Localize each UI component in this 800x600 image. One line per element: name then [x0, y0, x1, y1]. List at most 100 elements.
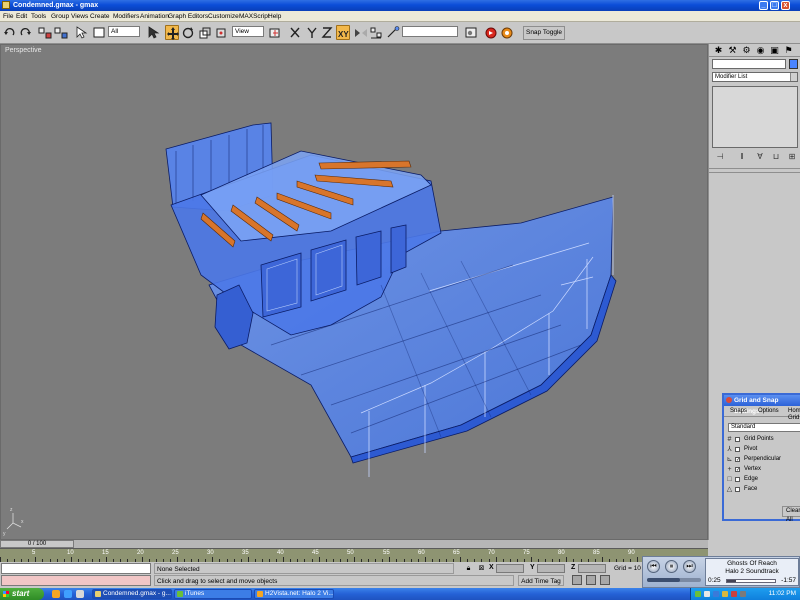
snap-preset-dropdown[interactable]: Standard	[728, 423, 800, 432]
select-object-icon[interactable]	[74, 25, 88, 40]
task-gmax[interactable]: Condemned.gmax - g...	[92, 589, 172, 599]
clear-all-button[interactable]: Clear All	[782, 506, 800, 523]
title-bar[interactable]: Condemned.gmax - gmax _ □ x	[0, 0, 800, 11]
named-selection-set-dropdown[interactable]	[402, 26, 458, 37]
quick-render-icon[interactable]	[500, 25, 514, 40]
ie-quicklaunch-icon[interactable]	[64, 590, 72, 598]
menu-views[interactable]: Views	[71, 13, 88, 20]
y-coord-field[interactable]	[537, 564, 565, 573]
pivot-checkbox[interactable]	[735, 447, 740, 452]
align-icon[interactable]	[369, 25, 383, 40]
utilities-icon[interactable]: ⚑	[783, 45, 794, 55]
motion-icon[interactable]: ◉	[755, 45, 766, 55]
pause-icon[interactable]: ⏸︎	[665, 560, 678, 573]
modifier-stack[interactable]	[712, 86, 798, 148]
mesh-object[interactable]	[165, 122, 617, 477]
select-and-move-icon[interactable]	[165, 25, 179, 40]
make-unique-icon[interactable]: ∀	[754, 152, 766, 162]
redo-icon[interactable]	[18, 25, 32, 40]
display-icon[interactable]: ▣	[769, 45, 780, 55]
tray-icon[interactable]	[695, 591, 701, 597]
snap-toggle-button[interactable]: Snap Toggle	[523, 26, 565, 40]
menu-tools[interactable]: Tools	[31, 13, 46, 20]
x-coord-field[interactable]	[496, 564, 524, 573]
start-button[interactable]: start	[0, 588, 44, 600]
set-key-icon[interactable]	[600, 575, 610, 585]
show-end-result-icon[interactable]: ‖	[736, 152, 748, 162]
menu-edit[interactable]: Edit	[16, 13, 27, 20]
minimize-button[interactable]: _	[759, 1, 768, 10]
show-desktop-icon[interactable]	[76, 590, 84, 598]
snap-vertex[interactable]: + ✓ Vertex	[726, 465, 800, 474]
object-name-field[interactable]	[712, 59, 786, 69]
restrict-plane-icon[interactable]: XY	[336, 25, 350, 40]
key-filters-icon[interactable]	[586, 575, 596, 585]
reference-coordinate-dropdown[interactable]: View	[232, 26, 264, 37]
track-bar[interactable]: 5 10 15 20 25 30 35 40 45 50 55 60 65 70 75 80 85 90	[0, 548, 709, 562]
lock-icon[interactable]: 🔒︎	[464, 564, 473, 573]
transform-type-in-icon[interactable]: ⊠	[477, 564, 486, 573]
close-button[interactable]: x	[781, 1, 790, 10]
tab-options[interactable]: Options	[758, 408, 779, 415]
pin-stack-icon[interactable]: ⊣	[714, 152, 726, 162]
maximize-button[interactable]: □	[770, 1, 779, 10]
previous-track-icon[interactable]: ⏮︎	[647, 560, 660, 573]
hierarchy-icon[interactable]: ⚙	[741, 45, 752, 55]
dialog-title[interactable]: Grid and Snap Settings	[724, 395, 800, 415]
menu-modifiers[interactable]: Modifiers	[113, 13, 139, 20]
create-icon[interactable]: ✱	[713, 45, 724, 55]
select-and-link-icon[interactable]	[38, 25, 52, 40]
key-mode-icon[interactable]	[572, 575, 582, 585]
edge-checkbox[interactable]	[735, 477, 740, 482]
select-and-rotate-icon[interactable]	[181, 25, 195, 40]
snap-pivot[interactable]: ⅄ Pivot	[726, 445, 800, 454]
menu-graph-editors[interactable]: Graph Editors	[168, 13, 208, 20]
material-editor-icon[interactable]	[464, 25, 478, 40]
modify-icon[interactable]: ⚒	[727, 45, 738, 55]
time-slider-thumb[interactable]: 0 / 100	[0, 540, 74, 548]
menu-animation[interactable]: Animation	[140, 13, 169, 20]
pivot-center-icon[interactable]	[268, 25, 282, 40]
select-and-scale-icon[interactable]	[198, 25, 212, 40]
snap-grid-points[interactable]: # Grid Points	[726, 435, 800, 444]
restrict-z-icon[interactable]	[320, 25, 334, 40]
tray-icon[interactable]	[722, 591, 728, 597]
remove-modifier-icon[interactable]: ⊔	[770, 152, 782, 162]
vertex-checkbox[interactable]: ✓	[735, 467, 740, 473]
task-browser[interactable]: H2Vista.net: Halo 2 Vi...	[254, 589, 334, 599]
face-checkbox[interactable]	[735, 487, 740, 492]
tray-icon[interactable]	[704, 591, 710, 597]
grid-points-checkbox[interactable]	[735, 437, 740, 442]
undo-icon[interactable]	[3, 25, 17, 40]
menu-group[interactable]: Group	[51, 13, 69, 20]
menu-file[interactable]: File	[3, 13, 13, 20]
snap-perpendicular[interactable]: ⊾ ✓ Perpendicular	[726, 455, 800, 464]
restrict-xy-icon[interactable]	[288, 25, 302, 40]
maxscript-listener-output[interactable]	[1, 575, 151, 586]
track-progress[interactable]	[726, 579, 776, 583]
add-time-tag-button[interactable]: Add Time Tag	[518, 575, 564, 586]
time-slider[interactable]: 0 / 100	[0, 540, 708, 548]
menu-maxscript[interactable]: MAXScript	[239, 13, 270, 20]
mirror-icon[interactable]	[354, 25, 368, 40]
restrict-y-icon[interactable]	[305, 25, 319, 40]
menu-help[interactable]: Help	[268, 13, 281, 20]
tab-home-grid[interactable]: Home Grid	[788, 408, 800, 422]
unlink-selection-icon[interactable]	[54, 25, 68, 40]
task-itunes[interactable]: iTunes	[174, 589, 252, 599]
select-by-name-icon[interactable]	[146, 25, 160, 40]
perspective-viewport[interactable]: x z y Perspective	[0, 44, 708, 540]
now-playing-display[interactable]: Ghosts Of Reach Halo 2 Soundtrack 0:25 -…	[705, 558, 799, 586]
modifier-list-dropdown[interactable]: Modifier List	[712, 72, 798, 82]
snap-face[interactable]: △ Face	[726, 485, 800, 494]
tray-icon[interactable]	[713, 591, 719, 597]
selection-filter-dropdown[interactable]: All	[108, 26, 140, 37]
volume-slider[interactable]	[647, 578, 701, 582]
menu-create[interactable]: Create	[90, 13, 110, 20]
use-pivot-icon[interactable]	[214, 25, 228, 40]
object-color-swatch[interactable]	[789, 59, 798, 69]
volume-tray-icon[interactable]	[740, 591, 746, 597]
tab-snaps[interactable]: Snaps	[730, 408, 747, 415]
array-icon[interactable]	[386, 25, 400, 40]
menu-customize[interactable]: Customize	[208, 13, 239, 20]
